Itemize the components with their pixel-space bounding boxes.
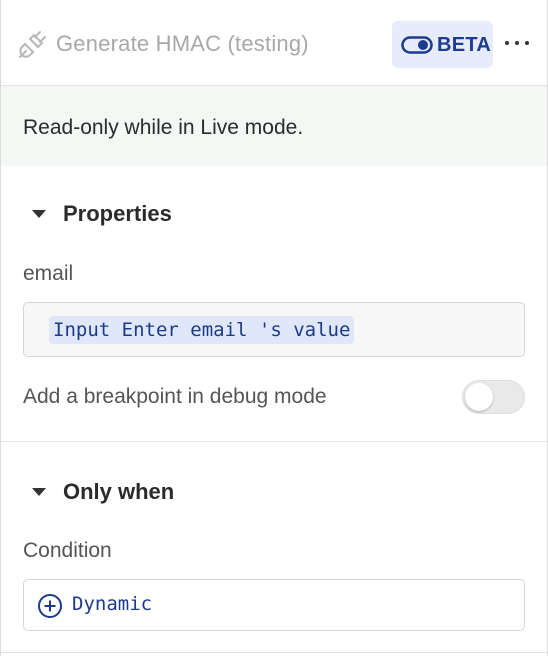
plug-icon xyxy=(19,31,46,58)
condition-field[interactable]: Dynamic xyxy=(23,579,525,631)
condition-label: Condition xyxy=(23,539,112,562)
email-label: email xyxy=(23,262,74,285)
condition-value[interactable]: Dynamic xyxy=(72,593,152,615)
email-field[interactable]: Input Enter email 's value xyxy=(23,302,525,357)
more-horizontal-icon[interactable] xyxy=(505,41,529,47)
only-when-heading[interactable]: Only when xyxy=(63,479,174,505)
breakpoint-label: Add a breakpoint in debug mode xyxy=(23,385,327,408)
panel-header: Generate HMAC (testing) BETA xyxy=(1,0,547,86)
live-mode-banner-text: Read-only while in Live mode. xyxy=(23,116,304,139)
step-title: Generate HMAC (testing) xyxy=(56,31,309,56)
beta-label: BETA xyxy=(437,34,492,56)
section-divider xyxy=(1,441,547,442)
email-value-token[interactable]: Input Enter email 's value xyxy=(49,316,355,344)
workflow-step-panel: Generate HMAC (testing) BETA Read-only w… xyxy=(0,0,548,656)
properties-heading[interactable]: Properties xyxy=(63,201,172,227)
toggle-icon xyxy=(401,36,433,54)
breakpoint-toggle[interactable] xyxy=(462,380,525,414)
section-divider xyxy=(1,652,547,653)
beta-badge[interactable]: BETA xyxy=(392,21,493,68)
plus-circle-icon xyxy=(38,594,62,618)
caret-down-icon[interactable] xyxy=(32,488,46,496)
caret-down-icon[interactable] xyxy=(32,210,46,218)
toggle-knob xyxy=(465,383,493,411)
